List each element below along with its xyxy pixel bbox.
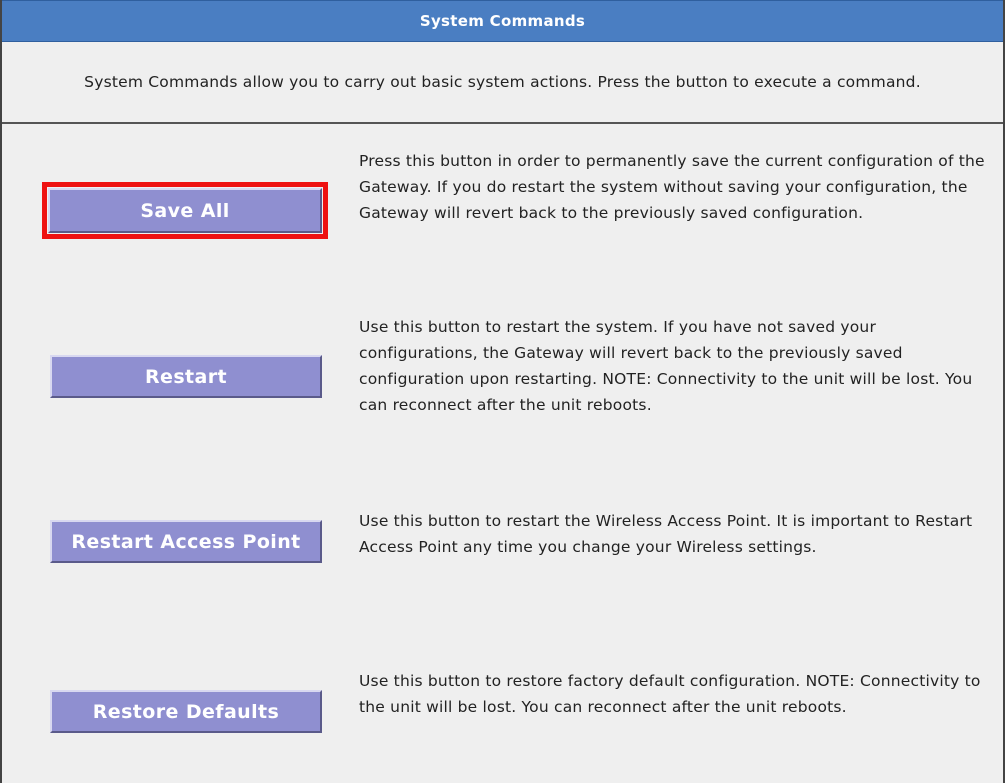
- restart-access-point-button[interactable]: Restart Access Point: [50, 520, 322, 563]
- save-all-button[interactable]: Save All: [48, 188, 322, 233]
- system-commands-panel: System Commands System Commands allow yo…: [0, 0, 1005, 783]
- page-title: System Commands: [419, 12, 586, 30]
- restart-access-point-description: Use this button to restart the Wireless …: [359, 512, 973, 556]
- intro-section: System Commands allow you to carry out b…: [2, 42, 1003, 124]
- title-bar: System Commands: [2, 0, 1003, 42]
- restore-defaults-button[interactable]: Restore Defaults: [50, 690, 322, 733]
- save-all-description: Press this button in order to permanentl…: [359, 152, 985, 222]
- intro-text: System Commands allow you to carry out b…: [84, 73, 921, 91]
- restart-button[interactable]: Restart: [50, 355, 322, 398]
- restart-description: Use this button to restart the system. I…: [359, 318, 973, 414]
- restore-defaults-description: Use this button to restore factory defau…: [359, 672, 981, 716]
